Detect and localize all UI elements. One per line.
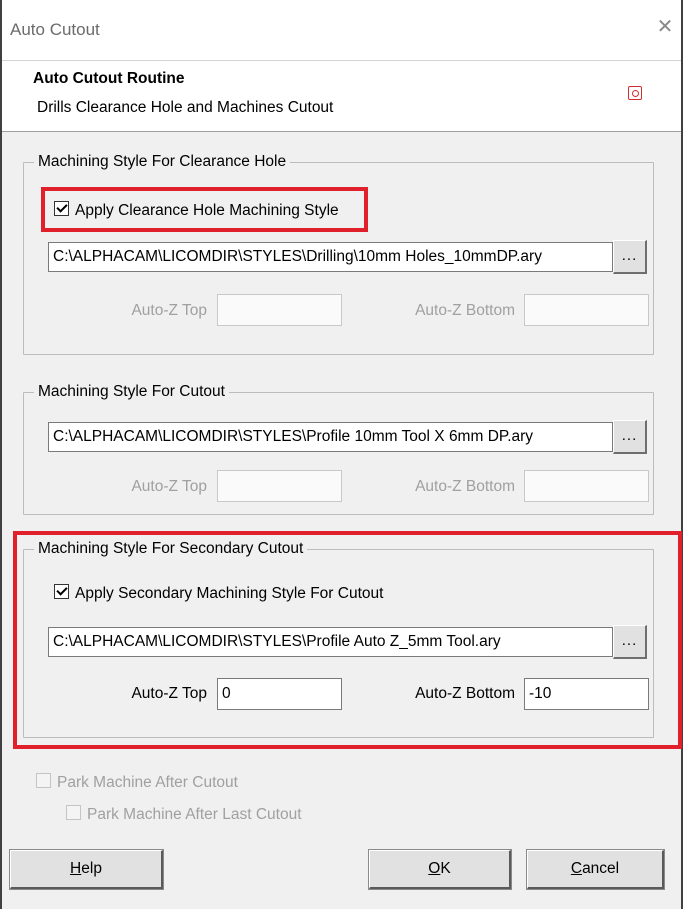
clearance-style-path-field[interactable]: C:\ALPHACAM\LICOMDIR\STYLES\Drilling\10m… bbox=[48, 242, 613, 272]
apply-clearance-label: Apply Clearance Hole Machining Style bbox=[75, 202, 339, 219]
apply-secondary-label: Apply Secondary Machining Style For Cuto… bbox=[75, 585, 384, 602]
help-button[interactable]: Help bbox=[10, 850, 163, 889]
park-after-cutout-label: Park Machine After Cutout bbox=[57, 774, 238, 791]
apply-secondary-checkbox[interactable]: Apply Secondary Machining Style For Cuto… bbox=[54, 584, 383, 603]
help-icon[interactable] bbox=[628, 86, 642, 100]
ok-button[interactable]: OK bbox=[369, 850, 511, 889]
window-title: Auto Cutout bbox=[10, 20, 100, 39]
clearance-hole-group-label: Machining Style For Clearance Hole bbox=[38, 153, 287, 170]
secondary-autoz-top-label: Auto-Z Top bbox=[131, 685, 207, 702]
clearance-browse-button[interactable]: ... bbox=[613, 240, 647, 274]
cutout-autoz-bottom-label: Auto-Z Bottom bbox=[415, 478, 515, 495]
apply-clearance-checkbox[interactable]: Apply Clearance Hole Machining Style bbox=[54, 201, 339, 220]
cutout-style-path-field[interactable]: C:\ALPHACAM\LICOMDIR\STYLES\Profile 10mm… bbox=[48, 422, 613, 452]
cutout-autoz-top-label: Auto-Z Top bbox=[131, 478, 207, 495]
park-after-last-cutout-label: Park Machine After Last Cutout bbox=[87, 806, 302, 823]
secondary-autoz-bottom-label: Auto-Z Bottom bbox=[415, 685, 515, 702]
cancel-button[interactable]: Cancel bbox=[527, 850, 664, 889]
clearance-autoz-bottom-label: Auto-Z Bottom bbox=[415, 302, 515, 319]
cutout-group-label: Machining Style For Cutout bbox=[38, 383, 225, 400]
cutout-browse-button[interactable]: ... bbox=[613, 420, 647, 454]
secondary-autoz-top-field[interactable]: 0 bbox=[217, 678, 342, 710]
secondary-autoz-bottom-field[interactable]: -10 bbox=[524, 678, 649, 710]
park-after-last-cutout-checkbox[interactable]: Park Machine After Last Cutout bbox=[66, 805, 302, 824]
clearance-autoz-top-field[interactable] bbox=[217, 294, 342, 326]
close-icon: ✕ bbox=[656, 16, 674, 38]
cutout-autoz-bottom-field[interactable] bbox=[524, 470, 649, 502]
checkmark-icon[interactable] bbox=[54, 584, 69, 599]
close-button[interactable]: ✕ bbox=[655, 17, 675, 37]
routine-description: Drills Clearance Hole and Machines Cutou… bbox=[37, 99, 334, 116]
checkmark-icon[interactable] bbox=[54, 201, 69, 216]
park-after-cutout-checkbox[interactable]: Park Machine After Cutout bbox=[36, 773, 238, 792]
park-after-cutout-box[interactable] bbox=[36, 773, 51, 788]
clearance-autoz-bottom-field[interactable] bbox=[524, 294, 649, 326]
park-after-last-cutout-box[interactable] bbox=[66, 805, 81, 820]
secondary-cutout-group-label: Machining Style For Secondary Cutout bbox=[38, 540, 304, 557]
clearance-autoz-top-label: Auto-Z Top bbox=[131, 302, 207, 319]
routine-heading: Auto Cutout Routine bbox=[33, 70, 185, 87]
secondary-style-path-field[interactable]: C:\ALPHACAM\LICOMDIR\STYLES\Profile Auto… bbox=[48, 627, 613, 657]
secondary-browse-button[interactable]: ... bbox=[613, 625, 647, 659]
cutout-autoz-top-field[interactable] bbox=[217, 470, 342, 502]
title-bar bbox=[2, 0, 681, 60]
